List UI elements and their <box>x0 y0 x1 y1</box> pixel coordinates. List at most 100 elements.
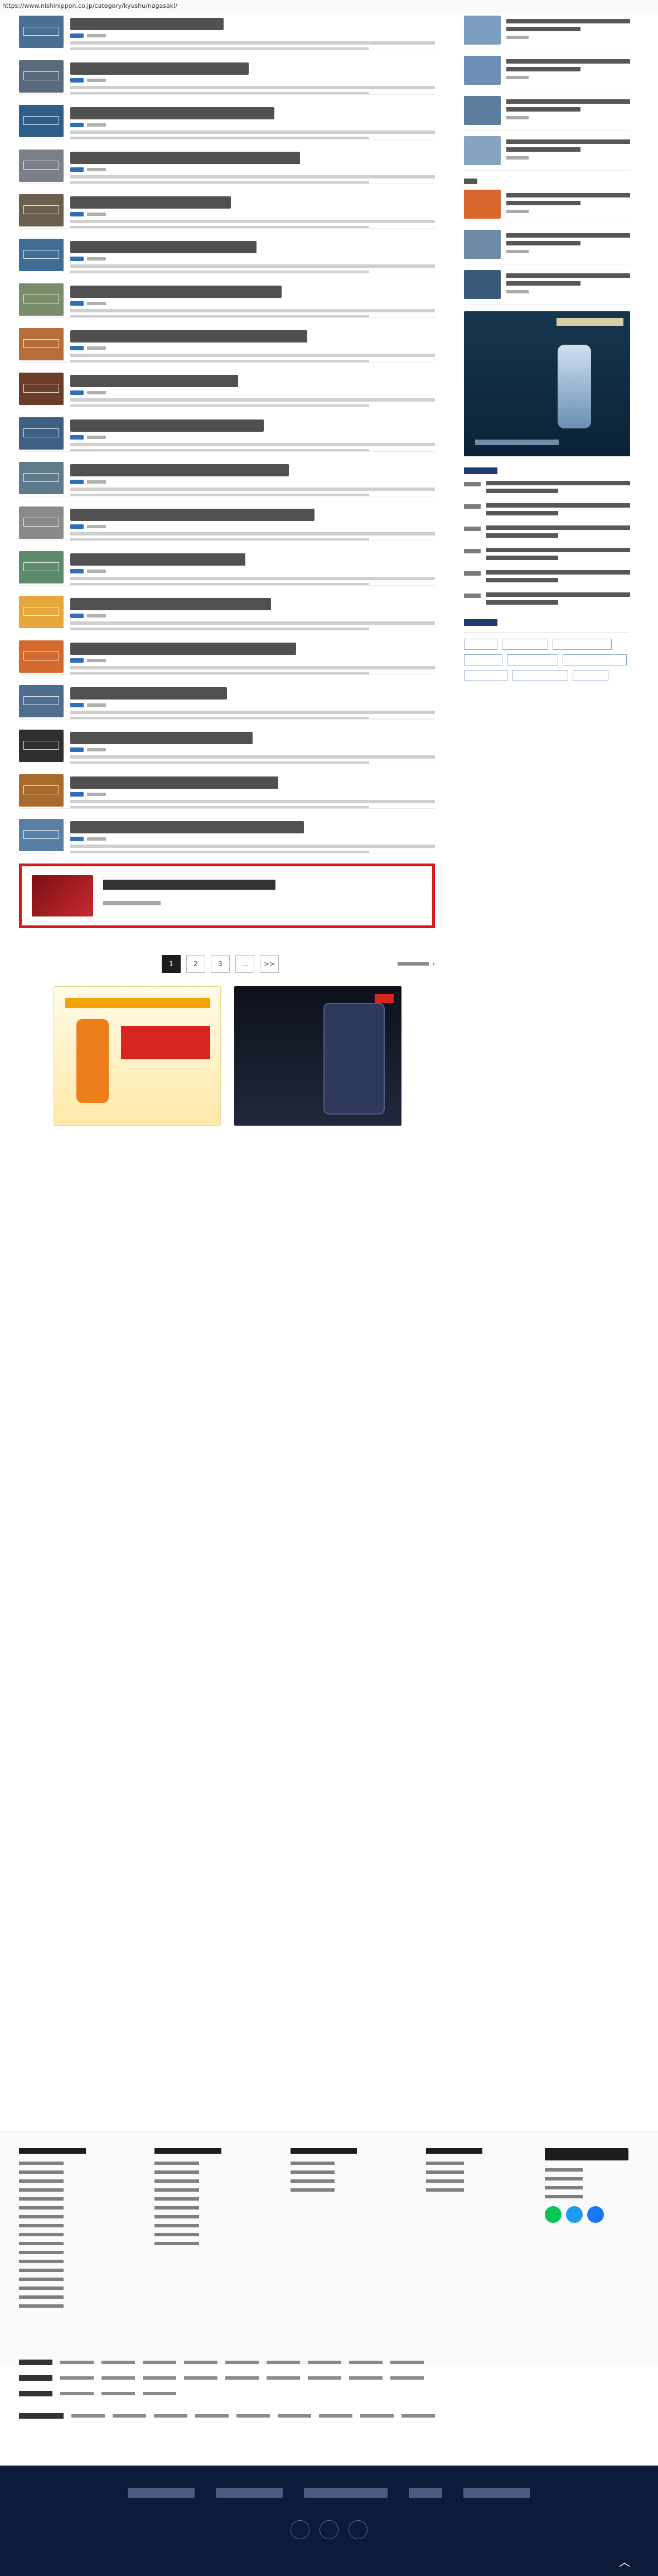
list-item[interactable] <box>464 136 630 171</box>
article-thumbnail[interactable] <box>19 328 64 360</box>
article-title[interactable] <box>70 62 249 75</box>
news-title[interactable] <box>486 592 630 597</box>
category-badge[interactable] <box>70 346 84 350</box>
article-thumbnail[interactable] <box>19 239 64 271</box>
article-title[interactable] <box>70 732 253 744</box>
article-title[interactable] <box>70 286 282 298</box>
footer-logo[interactable] <box>545 2148 629 2160</box>
side-article-title[interactable] <box>506 27 581 31</box>
list-item[interactable] <box>19 506 435 541</box>
article-title[interactable] <box>70 553 245 566</box>
list-item[interactable] <box>19 149 435 184</box>
page-button[interactable]: 3 <box>211 955 230 973</box>
article-thumbnail[interactable] <box>19 774 64 807</box>
category-badge[interactable] <box>70 301 84 306</box>
category-badge[interactable] <box>70 123 84 127</box>
article-title[interactable] <box>70 821 304 833</box>
back-to-top-icon[interactable]: ︿ <box>608 2554 641 2570</box>
news-title[interactable] <box>486 533 558 538</box>
brand-logo[interactable] <box>128 2488 195 2498</box>
side-article-title[interactable] <box>506 19 630 23</box>
side-article-thumbnail[interactable] <box>464 96 501 125</box>
brand-logo[interactable] <box>463 2488 530 2498</box>
article-title[interactable] <box>70 776 278 789</box>
page-button[interactable]: 2 <box>186 955 205 973</box>
topic-tag[interactable] <box>573 670 608 681</box>
list-item[interactable] <box>19 60 435 95</box>
article-thumbnail[interactable] <box>19 149 64 182</box>
topic-tag[interactable] <box>553 639 612 650</box>
side-article-title[interactable] <box>506 273 630 278</box>
list-item[interactable] <box>19 462 435 496</box>
list-item[interactable] <box>464 570 630 586</box>
topic-tag[interactable] <box>563 654 627 665</box>
category-badge[interactable] <box>70 257 84 261</box>
list-item[interactable] <box>19 239 435 273</box>
list-item[interactable] <box>464 592 630 608</box>
article-title[interactable] <box>70 330 308 342</box>
article-thumbnail[interactable] <box>19 373 64 405</box>
side-article-title[interactable] <box>506 59 630 64</box>
category-badge[interactable] <box>70 747 84 752</box>
article-thumbnail[interactable] <box>19 194 64 226</box>
article-thumbnail[interactable] <box>19 506 64 539</box>
list-item[interactable] <box>19 417 435 452</box>
topic-tag[interactable] <box>507 654 558 665</box>
page-button[interactable]: 1 <box>162 955 181 973</box>
list-item[interactable] <box>464 230 630 264</box>
topic-tag[interactable] <box>464 639 497 650</box>
list-item[interactable] <box>464 503 630 519</box>
line-icon[interactable] <box>545 2206 562 2223</box>
next-page-link[interactable]: › <box>398 960 435 968</box>
line-icon[interactable] <box>291 2520 309 2539</box>
facebook-icon[interactable] <box>349 2520 367 2539</box>
news-title[interactable] <box>486 578 558 582</box>
category-badge[interactable] <box>70 569 84 573</box>
news-title[interactable] <box>486 556 558 560</box>
news-title[interactable] <box>486 548 630 552</box>
list-item[interactable] <box>464 270 630 305</box>
list-item[interactable] <box>464 548 630 563</box>
side-article-title[interactable] <box>506 147 581 152</box>
list-item[interactable] <box>19 551 435 586</box>
list-item[interactable] <box>19 730 435 764</box>
category-badge[interactable] <box>70 390 84 395</box>
side-article-title[interactable] <box>506 67 581 71</box>
category-badge[interactable] <box>70 524 84 529</box>
category-badge[interactable] <box>70 792 84 797</box>
news-title[interactable] <box>486 511 558 515</box>
category-badge[interactable] <box>70 33 84 38</box>
article-thumbnail[interactable] <box>19 685 64 717</box>
list-item[interactable] <box>19 596 435 630</box>
article-title[interactable] <box>70 598 271 610</box>
side-article-title[interactable] <box>506 139 630 144</box>
page-button[interactable]: … <box>235 955 254 973</box>
article-title[interactable] <box>70 196 231 209</box>
list-item[interactable] <box>19 640 435 675</box>
article-title[interactable] <box>70 419 264 432</box>
list-item[interactable] <box>19 194 435 229</box>
article-thumbnail[interactable] <box>19 551 64 583</box>
article-thumbnail[interactable] <box>19 596 64 628</box>
list-item[interactable] <box>464 56 630 90</box>
brand-logo[interactable] <box>409 2488 442 2498</box>
article-thumbnail[interactable] <box>19 640 64 673</box>
list-item[interactable] <box>19 16 435 50</box>
article-title[interactable] <box>70 464 289 476</box>
article-thumbnail[interactable] <box>19 417 64 450</box>
news-title[interactable] <box>486 570 630 575</box>
side-article-title[interactable] <box>506 107 581 112</box>
article-title[interactable] <box>70 241 257 253</box>
list-item[interactable] <box>19 819 435 853</box>
side-article-thumbnail[interactable] <box>464 230 501 259</box>
article-thumbnail[interactable] <box>19 16 64 48</box>
list-item[interactable] <box>464 525 630 541</box>
outbrain-credit[interactable] <box>19 932 435 939</box>
category-badge[interactable] <box>70 703 84 707</box>
category-badge[interactable] <box>70 837 84 841</box>
article-title[interactable] <box>70 643 297 655</box>
category-badge[interactable] <box>70 167 84 172</box>
category-badge[interactable] <box>70 78 84 83</box>
list-item[interactable] <box>19 328 435 363</box>
article-title[interactable] <box>70 509 315 521</box>
